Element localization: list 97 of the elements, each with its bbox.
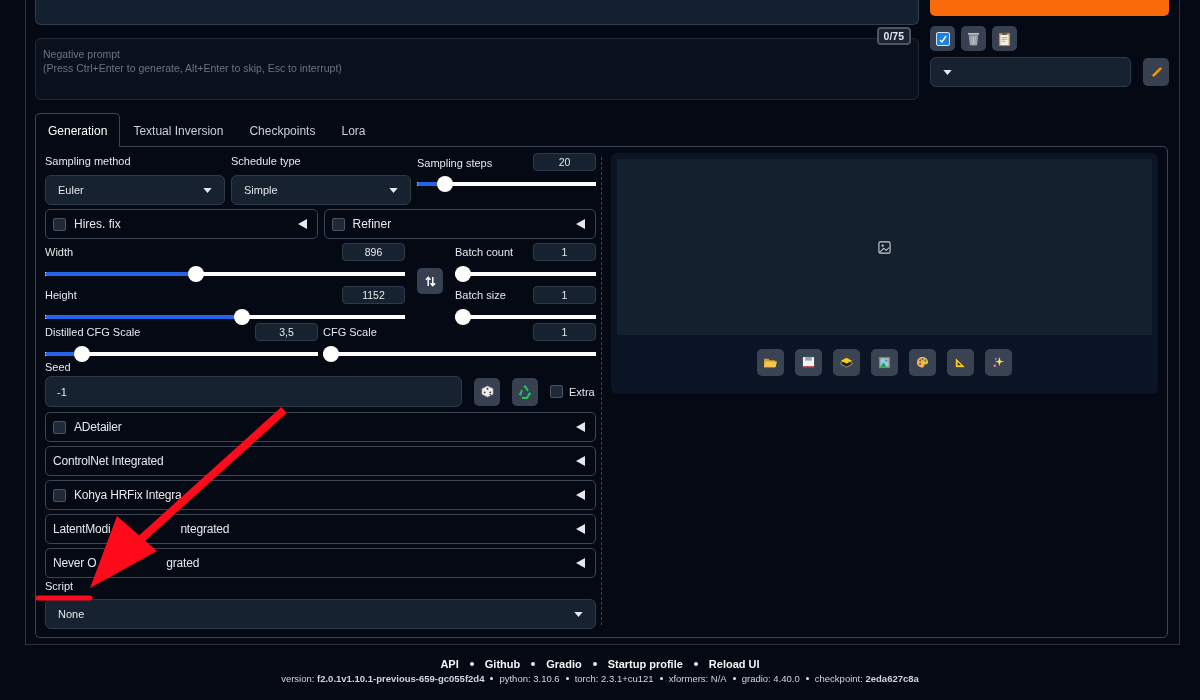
- slider-label: Width: [45, 246, 74, 258]
- slider-label: Sampling steps: [417, 157, 493, 169]
- accordion[interactable]: ADetailer: [45, 412, 596, 442]
- expand-icon[interactable]: [575, 524, 585, 534]
- layers-icon: [839, 356, 854, 369]
- folder-icon: [763, 356, 778, 369]
- triangle-ruler-icon: [954, 356, 967, 369]
- reuse-seed-button[interactable]: [512, 377, 538, 406]
- checkbox[interactable]: [53, 420, 66, 434]
- script-dropdown[interactable]: None: [45, 599, 596, 629]
- tab[interactable]: Textual Inversion: [120, 113, 237, 147]
- slider-thumb[interactable]: [233, 309, 250, 325]
- number-field[interactable]: 1: [533, 286, 596, 304]
- underline-mark: [35, 595, 93, 601]
- slider-label: Distilled CFG Scale: [45, 326, 141, 338]
- seed-field[interactable]: -1: [45, 376, 462, 407]
- expand-icon[interactable]: [575, 422, 585, 432]
- framed-picture-icon: [878, 356, 891, 369]
- swap-button[interactable]: [417, 268, 443, 294]
- random-seed-button[interactable]: [474, 377, 500, 406]
- open-folder-button[interactable]: [757, 349, 784, 376]
- prompt-field[interactable]: [35, 0, 919, 25]
- version-info: version: f2.0.1v1.10.1-previous-659-gc055f2d4: [281, 673, 485, 684]
- sparkles-icon: [992, 356, 1005, 369]
- version-info: xformers: N/A: [668, 673, 727, 684]
- version-info: checkpoint: 2eda627c8a: [814, 673, 919, 684]
- field-label: Sampling method: [45, 155, 132, 167]
- accordion[interactable]: Never O grated: [45, 548, 596, 578]
- footer-link[interactable]: Startup profile: [607, 658, 683, 670]
- checkbox-icon-button[interactable]: [930, 26, 955, 51]
- slider-label: Batch size: [455, 289, 506, 301]
- caret-icon: [943, 69, 952, 75]
- field-label: Script: [45, 580, 74, 592]
- send-to-extras-button[interactable]: [947, 349, 974, 376]
- sparkles-button[interactable]: [985, 349, 1012, 376]
- version-info: torch: 2.3.1+cu121: [574, 673, 654, 684]
- expand-icon[interactable]: [575, 456, 585, 466]
- palette-icon: [916, 356, 929, 369]
- number-field[interactable]: 1: [533, 243, 596, 261]
- trash-button[interactable]: [961, 26, 986, 51]
- sampling-method-dropdown[interactable]: Euler: [45, 175, 225, 205]
- checkbox[interactable]: [53, 217, 66, 231]
- slider-thumb[interactable]: [74, 346, 91, 362]
- image-icon: [878, 240, 891, 254]
- accordion[interactable]: Kohya HRFix Integra: [45, 480, 596, 510]
- expand-icon[interactable]: [575, 490, 585, 500]
- checkbox[interactable]: [550, 385, 563, 398]
- expand-icon[interactable]: [296, 219, 307, 229]
- slider-thumb[interactable]: [188, 266, 205, 282]
- slider-thumb[interactable]: [455, 309, 471, 325]
- number-field[interactable]: 20: [533, 153, 596, 171]
- tab[interactable]: Generation: [35, 113, 121, 147]
- checkbox[interactable]: [53, 488, 66, 502]
- clipboard-button[interactable]: [992, 26, 1017, 51]
- send-to-img2img-button[interactable]: [871, 349, 898, 376]
- footer-link[interactable]: API: [440, 658, 459, 670]
- slider-label: CFG Scale: [323, 326, 377, 338]
- footer-link[interactable]: Github: [484, 658, 521, 670]
- checkbox[interactable]: [331, 217, 345, 231]
- checkbox-icon: [935, 31, 950, 46]
- save-button[interactable]: [795, 349, 822, 376]
- token-counter: 0/75: [876, 27, 911, 45]
- send-to-inpaint-button[interactable]: [909, 349, 936, 376]
- slider-label: Height: [45, 289, 77, 301]
- number-field[interactable]: 896: [342, 243, 405, 261]
- slider-thumb[interactable]: [323, 346, 339, 362]
- dice-icon: [480, 385, 494, 398]
- footer-link[interactable]: Reload UI: [708, 658, 760, 670]
- pencil-icon: [1148, 64, 1164, 80]
- accordion[interactable]: ControlNet Integrated: [45, 446, 596, 476]
- recycle-icon: [517, 383, 533, 400]
- slider-thumb[interactable]: [455, 266, 471, 282]
- expand-icon[interactable]: [575, 219, 585, 229]
- slider-label: Batch count: [455, 246, 514, 258]
- footer-link[interactable]: Gradio: [546, 658, 582, 670]
- caret-icon: [203, 187, 212, 193]
- clipboard-icon: [998, 31, 1011, 46]
- slider-thumb[interactable]: [436, 176, 453, 192]
- accordion[interactable]: Refiner: [323, 209, 596, 239]
- expand-icon[interactable]: [575, 558, 585, 568]
- accordion[interactable]: Hires. fix: [45, 209, 318, 239]
- swap-arrows-icon: [424, 275, 436, 287]
- schedule-type-dropdown[interactable]: Simple: [231, 175, 411, 205]
- field-label: Seed: [45, 361, 72, 373]
- checkbox-label: Extra: [569, 385, 595, 398]
- version-info: python: 3.10.6: [499, 673, 560, 684]
- caret-icon: [574, 611, 583, 617]
- zip-button[interactable]: [833, 349, 860, 376]
- number-field[interactable]: 1152: [342, 286, 405, 304]
- edit-button[interactable]: [1143, 58, 1169, 86]
- version-info: gradio: 4.40.0: [741, 673, 800, 684]
- trash-icon: [967, 31, 980, 46]
- caret-icon: [389, 187, 398, 193]
- tab[interactable]: Checkpoints: [236, 113, 329, 147]
- field-label: Schedule type: [231, 155, 302, 167]
- tab[interactable]: Lora: [328, 113, 379, 147]
- accordion[interactable]: LatentModi ntegrated: [45, 514, 596, 544]
